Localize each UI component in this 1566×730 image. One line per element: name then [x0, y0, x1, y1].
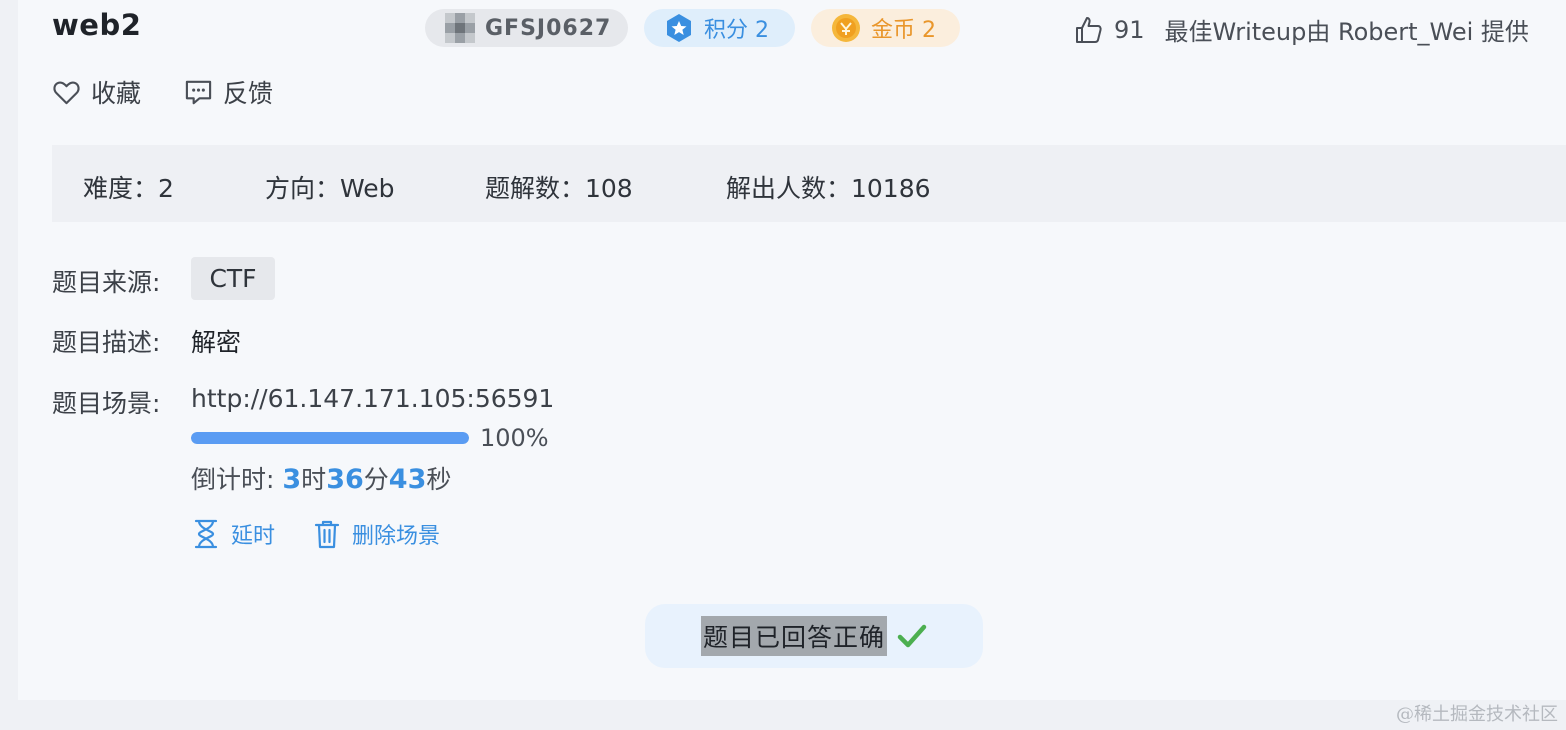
answered-status-text: 题目已回答正确 — [700, 616, 887, 656]
thumbs-up-icon[interactable] — [1074, 15, 1104, 45]
progress-fill — [191, 432, 469, 444]
source-label: 题目来源: — [52, 268, 161, 297]
trash-icon — [314, 520, 340, 549]
description-value: 解密 — [191, 328, 242, 357]
countdown-minutes: 36 — [326, 464, 364, 495]
favorite-label: 收藏 — [91, 79, 142, 108]
feedback-icon — [185, 80, 212, 104]
challenge-id-label: GFSJ0627 — [485, 15, 612, 41]
heart-icon — [53, 81, 80, 104]
scene-progress-bar — [191, 432, 469, 444]
answered-status-badge: 题目已回答正确 — [645, 604, 983, 668]
countdown-timer: 倒计时: 3时36分43秒 — [191, 460, 451, 496]
countdown-hours-unit: 时 — [301, 465, 327, 494]
challenge-title: web2 — [52, 8, 142, 42]
challenge-id-badge: GFSJ0627 — [425, 9, 628, 47]
scene-label: 题目场景: — [52, 389, 161, 418]
delay-button[interactable]: 延时 — [193, 518, 275, 550]
checkmark-icon — [897, 624, 927, 648]
likes-count: 91 — [1114, 15, 1145, 44]
best-writeup-text[interactable]: 最佳Writeup由 Robert_Wei 提供 — [1165, 12, 1529, 47]
delay-label: 延时 — [231, 524, 276, 549]
feedback-label: 反馈 — [223, 79, 274, 108]
favorite-button[interactable]: 收藏 — [52, 74, 141, 110]
description-label: 题目描述: — [52, 328, 161, 357]
countdown-seconds: 43 — [388, 464, 427, 495]
score-label: 积分 2 — [704, 18, 769, 43]
countdown-hours: 3 — [282, 464, 302, 495]
countdown-prefix: 倒计时: — [191, 465, 283, 494]
writeups-stat: 题解数：108 — [485, 174, 633, 203]
delete-scene-button[interactable]: 删除场景 — [314, 518, 440, 550]
coin-badge: 金币 2 — [811, 9, 960, 47]
writeup-info: 91 最佳Writeup由 Robert_Wei 提供 — [1074, 12, 1529, 47]
hourglass-icon — [194, 519, 218, 549]
source-tag: CTF — [191, 257, 275, 300]
star-hexagon-icon — [667, 14, 691, 42]
countdown-minutes-unit: 分 — [363, 465, 389, 494]
score-badge: 积分 2 — [644, 9, 795, 47]
difficulty-stat: 难度：2 — [83, 174, 174, 203]
progress-percent: 100% — [480, 424, 549, 452]
scene-url-link[interactable]: http://61.147.171.105:56591 — [191, 384, 554, 413]
stats-bar: 难度：2 方向：Web 题解数：108 解出人数：10186 — [52, 145, 1566, 222]
countdown-seconds-unit: 秒 — [426, 465, 452, 494]
feedback-button[interactable]: 反馈 — [184, 74, 273, 110]
coin-label: 金币 2 — [871, 18, 936, 43]
direction-stat: 方向：Web — [265, 174, 395, 203]
coin-icon — [832, 14, 860, 42]
watermark: @稀土掘金技术社区 — [1396, 704, 1558, 725]
solvers-stat: 解出人数：10186 — [726, 174, 931, 203]
avatar-icon — [445, 13, 475, 43]
delete-scene-label: 删除场景 — [352, 524, 441, 549]
